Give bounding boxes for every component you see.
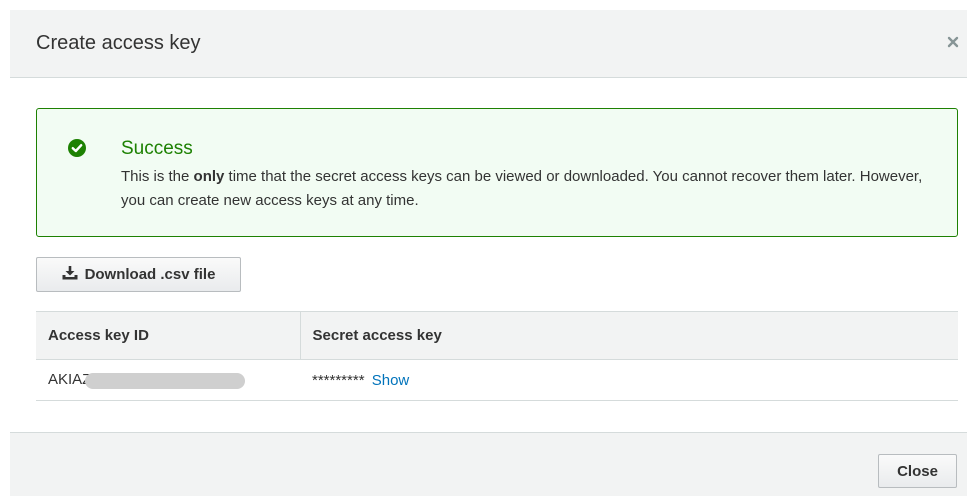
- check-circle-icon: [68, 139, 86, 157]
- secret-masked-value: *********: [312, 371, 365, 389]
- dialog-header: Create access key: [10, 10, 967, 78]
- alert-message: This is the only time that the secret ac…: [121, 165, 941, 213]
- success-alert: Success This is the only time that the s…: [36, 108, 958, 237]
- alert-message-prefix: This is the: [121, 168, 194, 185]
- secret-access-key-cell: ********* Show: [300, 359, 958, 401]
- show-secret-link[interactable]: Show: [372, 372, 410, 389]
- create-access-key-dialog: Create access key Success This is the on…: [0, 0, 967, 496]
- table-header-row: Access key ID Secret access key: [36, 311, 958, 360]
- table-row: AKIAZ ********* Show: [36, 359, 958, 401]
- download-csv-label: Download .csv file: [84, 266, 216, 283]
- alert-message-suffix: time that the secret access keys can be …: [121, 168, 923, 209]
- download-csv-button[interactable]: Download .csv file: [36, 257, 241, 292]
- access-key-id-cell: AKIAZ: [36, 359, 300, 401]
- download-icon: [62, 265, 85, 284]
- access-keys-table: Access key ID Secret access key AKIAZ **…: [36, 311, 958, 401]
- dialog-title: Create access key: [36, 32, 201, 54]
- alert-title: Success: [121, 138, 193, 159]
- dialog-footer: Close: [10, 432, 967, 496]
- column-header-secret-access-key: Secret access key: [300, 311, 958, 360]
- close-x-icon[interactable]: [943, 32, 963, 52]
- column-header-access-key-id: Access key ID: [36, 311, 301, 360]
- redacted-key-mask: [85, 372, 246, 389]
- close-button[interactable]: Close: [878, 454, 957, 488]
- alert-message-emphasis: only: [193, 168, 225, 185]
